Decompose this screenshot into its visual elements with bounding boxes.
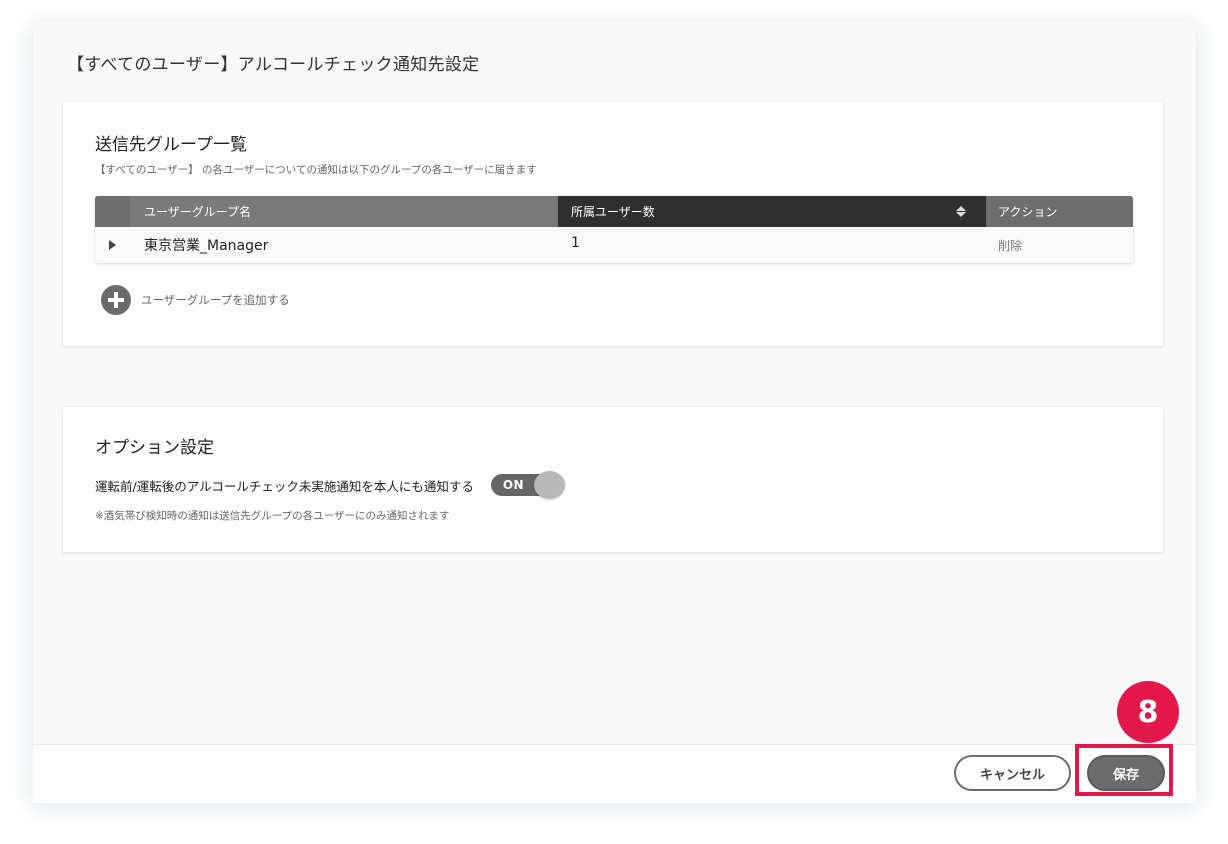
dialog-title: 【すべてのユーザー】アルコールチェック通知先設定	[67, 55, 480, 75]
notify-self-label: 運転前/運転後のアルコールチェック未実施通知を本人にも通知する	[95, 478, 474, 494]
user-count-cell: 1	[571, 235, 580, 251]
step-number-badge: 8	[1117, 681, 1179, 743]
group-name-cell: 東京営業_Manager	[144, 238, 269, 254]
destination-groups-card: 送信先グループ一覧 【すべてのユーザー】 の各ユーザーについての通知は以下のグル…	[63, 102, 1163, 346]
dialog-footer: キャンセル 保存	[33, 744, 1196, 803]
table-header: ユーザーグループ名 所属ユーザー数 アクション	[95, 196, 1133, 227]
option-note: ※酒気帯び検知時の通知は送信先グループの各ユーザーにのみ通知されます	[95, 510, 450, 522]
column-header-action: アクション	[986, 196, 1133, 227]
table-row: 東京営業_Manager 1 削除	[95, 227, 1133, 263]
settings-dialog: 【すべてのユーザー】アルコールチェック通知先設定 送信先グループ一覧 【すべての…	[33, 22, 1196, 803]
toggle-knob[interactable]	[533, 471, 565, 499]
sort-icon[interactable]	[956, 206, 966, 217]
plus-circle-icon	[101, 285, 131, 315]
groups-card-title: 送信先グループ一覧	[95, 135, 247, 155]
notify-self-toggle[interactable]: ON	[490, 471, 565, 499]
user-groups-table: ユーザーグループ名 所属ユーザー数 アクション 東京営業_Manager 1 削…	[95, 196, 1133, 263]
options-card: オプション設定 運転前/運転後のアルコールチェック未実施通知を本人にも通知する …	[63, 407, 1163, 552]
column-header-user-count-label: 所属ユーザー数	[571, 205, 655, 219]
expand-row-button[interactable]	[95, 227, 130, 263]
save-button-highlight	[1075, 744, 1173, 796]
add-user-group-button[interactable]: ユーザーグループを追加する	[101, 285, 290, 315]
add-user-group-label: ユーザーグループを追加する	[141, 293, 290, 307]
cancel-button[interactable]: キャンセル	[954, 755, 1071, 791]
groups-card-subtitle: 【すべてのユーザー】 の各ユーザーについての通知は以下のグループの各ユーザーに届…	[95, 164, 537, 176]
notify-self-option: 運転前/運転後のアルコールチェック未実施通知を本人にも通知する ON	[95, 471, 565, 499]
expand-column-header	[95, 196, 130, 227]
options-card-title: オプション設定	[95, 438, 214, 458]
delete-link[interactable]: 削除	[986, 227, 1133, 263]
caret-right-icon	[109, 240, 116, 250]
column-header-user-count[interactable]: 所属ユーザー数	[558, 196, 986, 227]
column-header-group-name[interactable]: ユーザーグループ名	[130, 196, 558, 227]
toggle-state-label: ON	[502, 478, 525, 492]
